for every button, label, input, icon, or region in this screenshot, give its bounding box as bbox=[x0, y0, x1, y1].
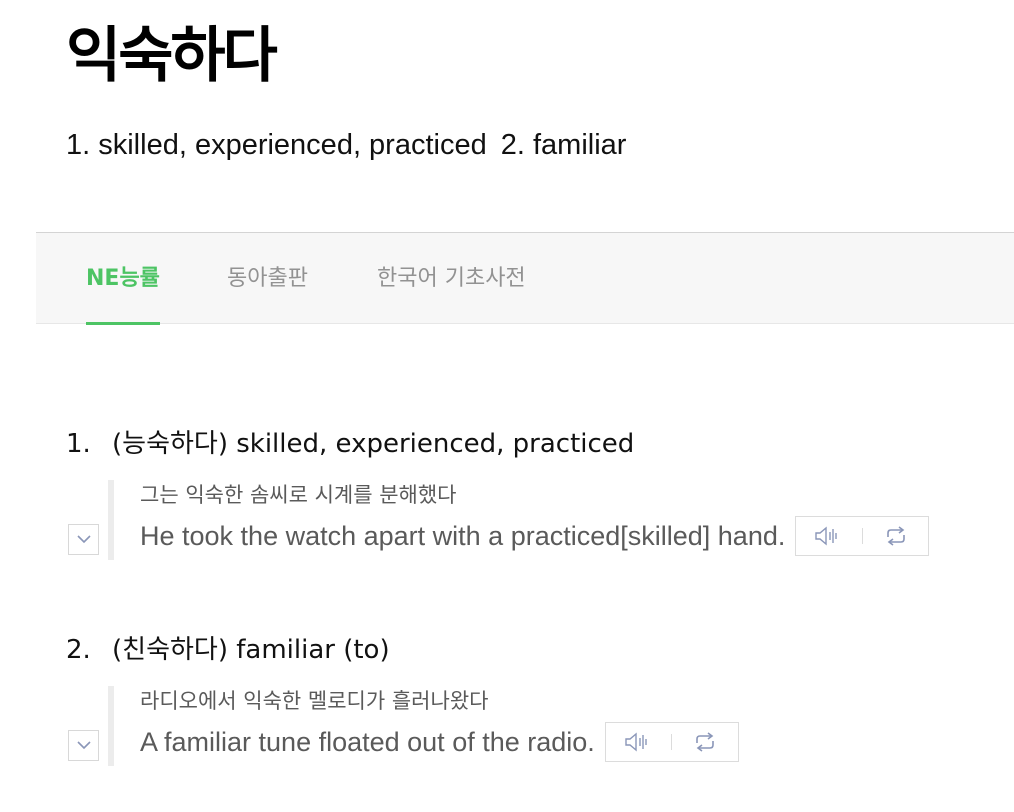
example-quote-bar bbox=[108, 686, 114, 766]
sense-number: 2. bbox=[66, 635, 91, 665]
speaker-icon bbox=[815, 526, 837, 546]
example-quote-bar bbox=[108, 480, 114, 560]
sense-definition: (친숙하다) familiar (to) bbox=[112, 635, 390, 665]
summary-meaning-1: 1. skilled, experienced, practiced bbox=[66, 129, 487, 161]
repeat-icon bbox=[696, 732, 714, 752]
tab-ne-neungyule[interactable]: NE능률 bbox=[86, 233, 160, 325]
example-english: A familiar tune floated out of the radio… bbox=[140, 727, 595, 757]
play-audio-button[interactable] bbox=[796, 517, 862, 555]
tab-donga[interactable]: 동아출판 bbox=[227, 233, 308, 324]
example-english-line: A familiar tune floated out of the radio… bbox=[140, 722, 739, 762]
audio-controls bbox=[795, 516, 930, 556]
sense-number: 1. bbox=[66, 429, 91, 459]
example-block: 라디오에서 익숙한 멜로디가 흘러나왔다 A familiar tune flo… bbox=[66, 686, 1006, 766]
repeat-audio-button[interactable] bbox=[863, 517, 929, 555]
headword-title: 익숙하다 bbox=[66, 21, 278, 91]
sense-heading: 1. (능숙하다) skilled, experienced, practiced bbox=[66, 424, 1006, 464]
sense-definition: (능숙하다) skilled, experienced, practiced bbox=[112, 429, 635, 459]
example-english: He took the watch apart with a practiced… bbox=[140, 521, 786, 551]
example-english-line: He took the watch apart with a practiced… bbox=[140, 516, 930, 556]
repeat-audio-button[interactable] bbox=[672, 723, 738, 761]
sense-item: 2. (친숙하다) familiar (to) 라디오에서 익숙한 멜로디가 흘러… bbox=[66, 630, 1006, 766]
example-korean: 그는 익숙한 솜씨로 시계를 분해했다 bbox=[140, 483, 457, 507]
chevron-down-icon bbox=[76, 535, 91, 544]
expand-example-button[interactable] bbox=[68, 524, 99, 555]
tab-korean-basic-dictionary[interactable]: 한국어 기초사전 bbox=[377, 233, 526, 324]
chevron-down-icon bbox=[76, 741, 91, 750]
speaker-icon bbox=[624, 732, 647, 752]
repeat-icon bbox=[886, 526, 905, 546]
dictionary-source-tabs: NE능률 동아출판 한국어 기초사전 bbox=[36, 232, 1014, 325]
example-block: 그는 익숙한 솜씨로 시계를 분해했다 He took the watch ap… bbox=[66, 480, 1006, 560]
sense-heading: 2. (친숙하다) familiar (to) bbox=[66, 630, 1006, 670]
sense-item: 1. (능숙하다) skilled, experienced, practiced… bbox=[66, 424, 1006, 560]
play-audio-button[interactable] bbox=[606, 723, 672, 761]
summary-meaning-2: 2. familiar bbox=[500, 129, 627, 161]
audio-controls bbox=[604, 722, 739, 762]
expand-example-button[interactable] bbox=[68, 730, 99, 761]
example-korean: 라디오에서 익숙한 멜로디가 흘러나왔다 bbox=[140, 689, 489, 713]
meaning-summary: 1. skilled, experienced, practiced 2. fam… bbox=[66, 126, 626, 164]
dictionary-entry-page: 익숙하다 1. skilled, experienced, practiced 2… bbox=[0, 0, 1014, 812]
